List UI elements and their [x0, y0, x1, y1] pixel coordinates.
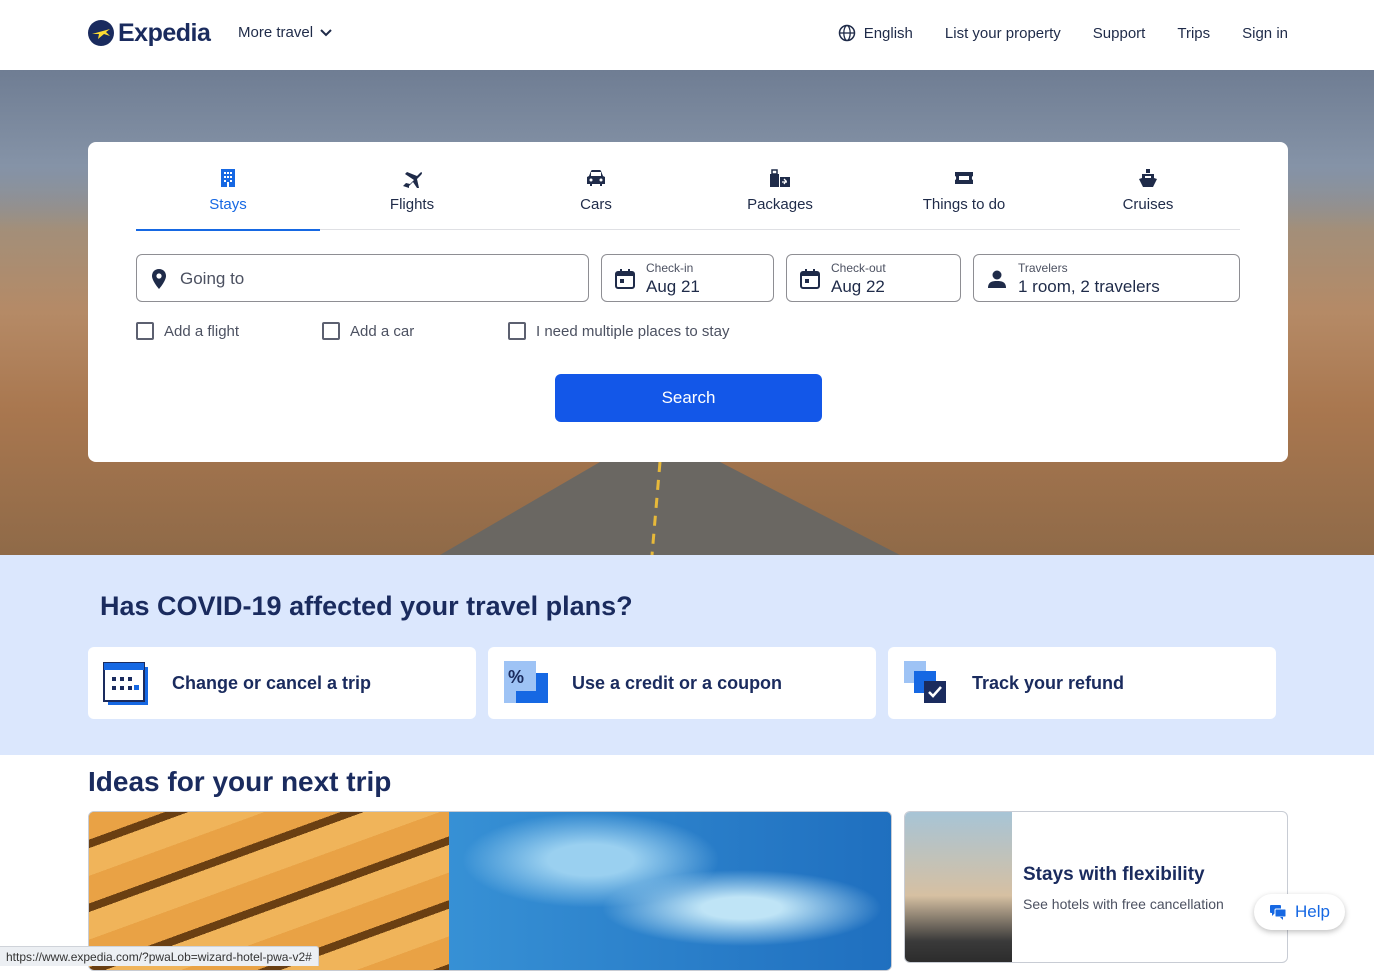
tab-label: Cruises — [1122, 196, 1174, 213]
check-out-field[interactable]: Check-out Aug 22 — [786, 254, 961, 302]
help-label: Help — [1295, 902, 1330, 921]
packages-icon — [770, 169, 790, 187]
tab-things-to-do[interactable]: Things to do — [872, 142, 1056, 230]
person-icon — [988, 270, 1006, 288]
travelers-value: 1 room, 2 travelers — [1018, 277, 1160, 296]
checkbox-icon — [136, 322, 154, 340]
tab-flights[interactable]: Flights — [320, 142, 504, 230]
add-car-checkbox[interactable]: Add a car — [322, 322, 508, 340]
tab-label: Flights — [389, 196, 435, 213]
check-in-label: Check-in — [646, 261, 694, 275]
chat-icon — [1270, 905, 1287, 920]
logo-text: Expedia — [118, 18, 211, 47]
check-in-field[interactable]: Check-in Aug 21 — [601, 254, 774, 302]
trips-link[interactable]: Trips — [1177, 25, 1210, 42]
expedia-logo-icon — [88, 20, 114, 46]
list-property-link[interactable]: List your property — [945, 25, 1061, 42]
refund-check-icon — [904, 661, 946, 703]
search-card: Stays Flights Cars Packages Things to do… — [88, 142, 1288, 462]
tab-label: Stays — [209, 196, 247, 213]
calendar-icon — [615, 269, 635, 289]
going-to-field[interactable]: Going to — [136, 254, 589, 302]
checkbox-icon — [508, 322, 526, 340]
add-on-options: Add a flight Add a car I need multiple p… — [136, 322, 729, 340]
going-to-placeholder: Going to — [180, 269, 245, 288]
multiple-places-checkbox[interactable]: I need multiple places to stay — [508, 322, 729, 340]
add-car-label: Add a car — [350, 322, 415, 340]
checkbox-icon — [322, 322, 340, 340]
building-icon — [221, 169, 235, 187]
search-button[interactable]: Search — [555, 374, 822, 422]
support-link[interactable]: Support — [1093, 25, 1146, 42]
pool-image — [389, 812, 891, 970]
add-flight-checkbox[interactable]: Add a flight — [136, 322, 322, 340]
svg-text:%: % — [508, 667, 524, 687]
coupon-icon: % — [504, 661, 548, 703]
status-bar-url: https://www.expedia.com/?pwaLob=wizard-h… — [0, 946, 319, 966]
credit-coupon-label: Use a credit or a coupon — [572, 672, 783, 693]
calendar-icon — [800, 269, 820, 289]
language-selector[interactable]: English — [838, 24, 913, 42]
tab-cruises[interactable]: Cruises — [1056, 142, 1240, 230]
check-out-label: Check-out — [831, 261, 886, 275]
expedia-logo[interactable]: Expedia — [88, 17, 211, 49]
multiple-places-label: I need multiple places to stay — [536, 322, 730, 340]
header-nav: English List your property Support Trips… — [838, 24, 1288, 42]
language-label: English — [863, 24, 913, 42]
stays-flexibility-subtitle: See hotels with free cancellation — [1023, 896, 1224, 912]
change-cancel-trip-label: Change or cancel a trip — [172, 672, 372, 693]
track-refund-label: Track your refund — [972, 672, 1125, 693]
map-pin-icon — [152, 269, 166, 289]
stays-flexibility-card[interactable]: Stays with flexibility See hotels with f… — [904, 811, 1288, 963]
check-in-value: Aug 21 — [646, 277, 700, 296]
header: Expedia More travel English List your pr… — [0, 0, 1374, 70]
car-icon — [587, 170, 605, 186]
track-refund-card[interactable]: Track your refund — [888, 647, 1276, 719]
check-out-value: Aug 22 — [831, 277, 885, 296]
help-button[interactable]: Help — [1254, 894, 1345, 930]
stays-flexibility-title: Stays with flexibility — [1023, 864, 1205, 885]
chevron-down-icon — [320, 28, 332, 36]
calendar-grid-icon — [103, 662, 148, 705]
ideas-title: Ideas for your next trip — [88, 766, 392, 797]
ship-icon — [1139, 169, 1157, 187]
family-beach-photo — [905, 812, 1012, 962]
ticket-icon — [955, 172, 973, 184]
tab-label: Things to do — [922, 196, 1006, 213]
tab-label: Packages — [747, 196, 813, 213]
tab-label: Cars — [580, 196, 612, 213]
globe-icon — [838, 24, 855, 42]
add-flight-label: Add a flight — [164, 322, 240, 340]
travelers-field[interactable]: Travelers 1 room, 2 travelers — [973, 254, 1240, 302]
covid-section: Has COVID-19 affected your travel plans?… — [0, 555, 1374, 755]
sign-in-link[interactable]: Sign in — [1242, 25, 1288, 42]
search-tabs: Stays Flights Cars Packages Things to do… — [136, 142, 1240, 231]
covid-title: Has COVID-19 affected your travel plans? — [100, 591, 633, 621]
travelers-label: Travelers — [1018, 261, 1068, 275]
tab-packages[interactable]: Packages — [688, 142, 872, 230]
tab-cars[interactable]: Cars — [504, 142, 688, 230]
tab-stays[interactable]: Stays — [136, 142, 320, 231]
more-travel-label: More travel — [238, 24, 314, 41]
credit-coupon-card[interactable]: % Use a credit or a coupon — [488, 647, 876, 719]
more-travel-menu[interactable]: More travel — [238, 24, 333, 41]
plane-icon — [403, 172, 422, 188]
change-cancel-trip-card[interactable]: Change or cancel a trip — [88, 647, 476, 719]
